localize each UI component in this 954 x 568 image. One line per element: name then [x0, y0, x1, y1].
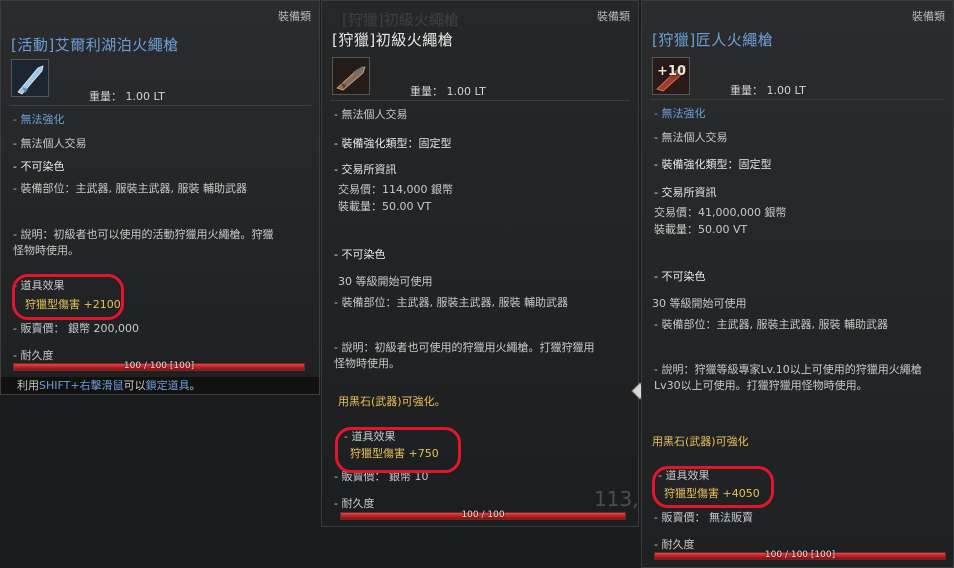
level-requirement-text: 30 等級開始可使用 — [652, 297, 747, 310]
durability-value: 100 / 100 [100] — [123, 361, 195, 371]
hint-text-2: 可以 — [123, 379, 146, 392]
equip-slot-text: - 裝備部位：主武器, 服裝主武器, 服裝 輔助武器 — [334, 296, 568, 309]
durability-bar: 100 / 100 — [340, 510, 626, 520]
no-enhance-text: - 無法強化 — [13, 113, 65, 126]
hint-text-3: 。 — [189, 379, 201, 392]
matchlock-icon — [332, 57, 370, 95]
weight-text: 重量： 1.00 LT — [89, 90, 165, 103]
enhance-type-text: - 裝備強化類型：固定型 — [654, 158, 772, 171]
sell-price-text: - 販賣價： 銀幣 200,000 — [13, 322, 139, 335]
hint-text-1: 利用 — [17, 379, 39, 392]
level-requirement-text: 30 等級開始可使用 — [338, 275, 433, 288]
black-stone-enhance-text: 用黑石(武器)可強化。 — [338, 395, 446, 408]
category-label: 裝備類 — [597, 10, 630, 23]
item-title: [活動]艾爾利湖泊火繩槍 — [11, 36, 179, 54]
durability-bar: 100 / 100 [100] — [654, 550, 946, 560]
divider — [330, 100, 630, 101]
equip-slot-text: - 裝備部位：主武器, 服裝主武器, 服裝 輔助武器 — [13, 182, 247, 195]
durability-value: 100 / 100 — [461, 510, 505, 520]
lock-item-hint: 利用SHIFT+右擊滑鼠可以鎖定道具。 — [1, 377, 319, 394]
equip-slot-text: - 裝備部位：主武器, 服裝主武器, 服裝 輔助武器 — [654, 318, 888, 331]
highlight-circle — [12, 274, 124, 320]
no-trade-text: - 無法個人交易 — [334, 108, 408, 121]
weight-text: 重量： 1.00 LT — [410, 85, 486, 98]
matchlock-icon: +10 — [652, 57, 690, 95]
divider — [650, 99, 945, 100]
ghost-title: [狩獵]初級火繩槍 — [342, 11, 459, 29]
market-info-header: - 交易所資訊 — [334, 163, 397, 176]
weight-text: 重量： 1.00 LT — [730, 84, 806, 97]
matchlock-icon — [11, 59, 49, 97]
market-price-text: 交易價：41,000,000 銀幣 — [654, 206, 787, 219]
enhance-level: +10 — [657, 64, 686, 79]
highlight-circle — [652, 466, 774, 508]
no-enhance-text: - 無法強化 — [654, 107, 706, 120]
highlight-circle — [335, 427, 461, 473]
sell-price-text: - 販賣價： 無法販賣 — [654, 511, 753, 524]
item-tooltip-beginner-matchlock: [狩獵]初級火繩槍 裝備類 [狩獵]初級火繩槍 重量： 1.00 LT - 無法… — [321, 0, 639, 527]
load-capacity-text: 裝載量：50.00 VT — [338, 200, 432, 213]
item-tooltip-event-matchlock: 裝備類 [活動]艾爾利湖泊火繩槍 重量： 1.00 LT - 無法強化 - 無法… — [0, 0, 320, 395]
durability-bar: 100 / 100 [100] — [13, 361, 305, 371]
no-dye-text: - 不可染色 — [654, 270, 706, 283]
item-tooltip-artisan-matchlock: 裝備類 [狩獵]匠人火繩槍 +10 重量： 1.00 LT - 無法強化 - 無… — [641, 0, 954, 568]
market-info-header: - 交易所資訊 — [654, 186, 717, 199]
no-trade-text: - 無法個人交易 — [13, 137, 87, 150]
item-title: [狩獵]匠人火繩槍 — [652, 31, 774, 49]
black-stone-enhance-text: 用黑石(武器)可強化 — [652, 435, 749, 448]
no-dye-text: - 不可染色 — [13, 160, 65, 173]
market-price-text: 交易價：114,000 銀幣 — [338, 183, 453, 196]
description-text: - 說明：狩獵等級專家Lv.10以上可使用的狩獵用火繩槍Lv30以上可使用。打獵… — [654, 363, 922, 392]
load-capacity-text: 裝載量：50.00 VT — [654, 223, 748, 236]
category-label: 裝備類 — [912, 10, 945, 23]
item-title: [狩獵]初級火繩槍 — [332, 31, 454, 49]
no-trade-text: - 無法個人交易 — [654, 131, 728, 144]
divider — [9, 105, 311, 106]
hint-key-lock-item: 鎖定道具 — [145, 379, 190, 392]
enhance-type-text: - 裝備強化類型：固定型 — [334, 137, 452, 150]
hint-key-shift-rightclick: SHIFT+右擊滑鼠 — [39, 379, 124, 392]
durability-value: 100 / 100 [100] — [764, 550, 836, 560]
category-label: 裝備類 — [278, 10, 311, 23]
description-text: - 說明：初級者也可以使用的活動狩獵用火繩槍。狩獵怪物時使用。 — [13, 228, 274, 257]
background-number: 113, — [594, 487, 639, 511]
no-dye-text: - 不可染色 — [334, 248, 386, 261]
description-text: - 說明：初級者也可使用的狩獵用火繩槍。打獵狩獵用怪物時使用。 — [334, 341, 595, 370]
durability-label: - 耐久度 — [334, 497, 375, 510]
